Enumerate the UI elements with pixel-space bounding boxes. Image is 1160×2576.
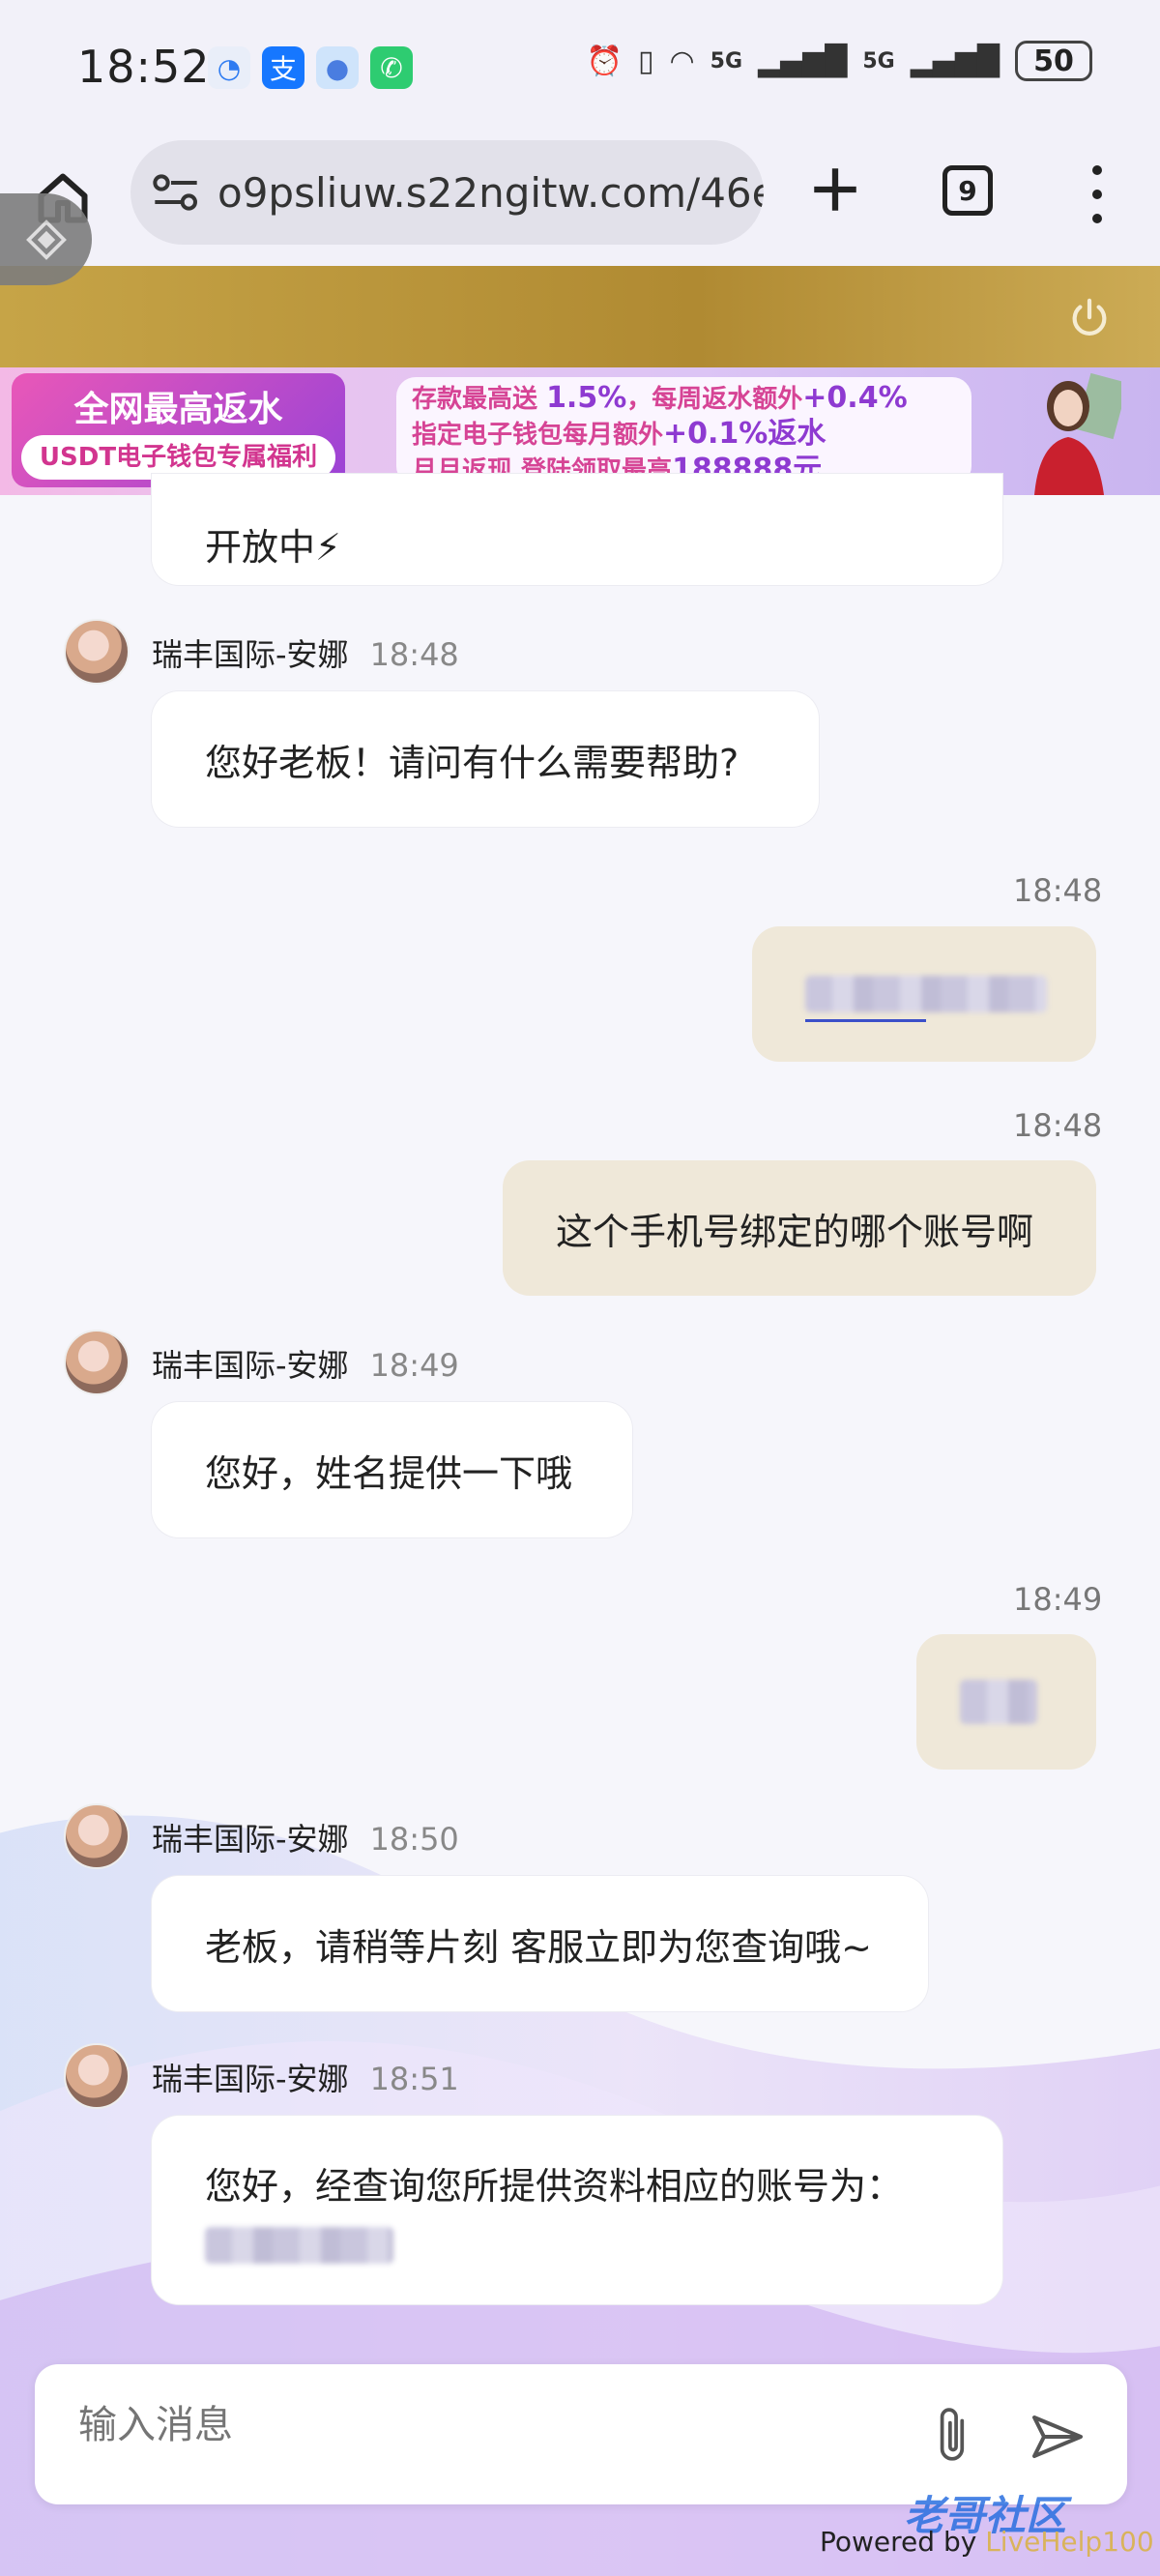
avatar [64,619,130,685]
sender-label: 瑞丰国际-安娜 18:50 [152,1815,459,1859]
redacted-text [960,1680,1037,1724]
alipay-icon: 支 [262,46,304,89]
message-bubble-agent: 您好，姓名提供一下哦 [152,1402,632,1537]
diamond-icon [25,219,67,260]
redacted-account [205,2227,393,2264]
network-label-2: 5G [862,48,895,73]
signal-icon: ▂▄▆█ [758,44,848,78]
powered-by-label: Powered by LiveHelp100 [820,2526,1154,2558]
avatar [64,1803,130,1869]
sender-name: 瑞丰国际-安娜 [152,1347,349,1384]
powered-by-brand[interactable]: LiveHelp100 [985,2526,1153,2558]
avatar [64,1330,130,1395]
sender-label: 瑞丰国际-安娜 18:48 [152,630,459,675]
network-label-1: 5G [710,48,743,73]
vibrate-icon: ▯ [637,44,654,78]
more-vert-icon[interactable] [1083,165,1112,223]
attach-icon[interactable] [929,2405,979,2465]
sender-label: 瑞丰国际-安娜 18:49 [152,1341,459,1386]
message-bubble-agent: 您好，经查询您所提供资料相应的账号为： [152,2116,1002,2304]
message-time: 18:49 [1013,1581,1103,1618]
plus-icon[interactable] [807,161,863,218]
url-text: o9psliuw.s22ngitw.com/46e [218,168,764,217]
tune-icon[interactable] [152,173,200,212]
sender-name: 瑞丰国际-安娜 [152,636,349,673]
promo-title: 全网最高返水 [73,390,283,429]
status-time: 18:52 [77,41,211,93]
message-input[interactable] [78,2403,852,2447]
message-bubble-agent: 开放中⚡ [152,474,1002,585]
promo-model-image [1034,372,1121,495]
message-bubble-user[interactable] [752,926,1096,1062]
message-text: 这个手机号绑定的哪个账号啊 [556,1210,1034,1253]
signal-icon-2: ▂▄▆█ [910,44,1000,78]
message-bubble-agent: 老板，请稍等片刻 客服立即为您查询哦~ [152,1876,928,2011]
sender-label: 瑞丰国际-安娜 18:51 [152,2055,459,2099]
status-bar: 18:52 ◔ 支 ● ✆ ⏰ ▯ ◠ 5G ▂▄▆█ 5G ▂▄▆█ 50 [0,0,1160,140]
alarm-icon: ⏰ [586,44,623,78]
message-time: 18:49 [369,1347,459,1384]
promo-left-badge: 全网最高返水 USDT电子钱包专属福利 [12,373,345,487]
message-text: 您好，姓名提供一下哦 [205,1451,573,1495]
notification-icons: ◔ 支 ● ✆ [208,46,413,89]
floating-assist-button[interactable] [0,193,92,285]
battery-level: 50 [1033,44,1074,78]
message-time: 18:48 [1013,872,1103,909]
avatar [64,2043,130,2109]
tabs-icon[interactable]: 9 [942,165,993,216]
promo-line-2: 指定电子钱包每月额外+0.1%返水 [412,417,826,451]
power-icon[interactable] [1067,297,1112,341]
message-bubble-user [916,1634,1096,1770]
chat-bubble-icon: ◔ [208,46,250,89]
message-text: 您好老板！请问有什么需要帮助? [205,741,740,784]
message-time: 18:48 [369,636,459,673]
address-bar[interactable]: o9psliuw.s22ngitw.com/46e [130,140,764,245]
sender-name: 瑞丰国际-安娜 [152,1821,349,1858]
message-time: 18:51 [369,2061,459,2097]
sender-name: 瑞丰国际-安娜 [152,2061,349,2097]
message-text: 您好，经查询您所提供资料相应的账号为： [205,2165,904,2208]
tab-count: 9 [958,174,977,207]
send-icon[interactable] [1030,2413,1085,2461]
message-bubble-agent: 您好老板！请问有什么需要帮助? [152,691,819,827]
message-text: 开放中⚡ [205,526,341,569]
chat-header [0,266,1160,367]
promo-line-1: 存款最高送 1.5%，每周返水额外+0.4% [412,381,908,415]
redacted-link[interactable] [805,976,1047,1022]
assistant-icon: ● [316,46,359,89]
message-time: 18:48 [1013,1107,1103,1144]
message-bubble-user: 这个手机号绑定的哪个账号啊 [503,1160,1096,1296]
system-icons: ⏰ ▯ ◠ 5G ▂▄▆█ 5G ▂▄▆█ 50 [587,41,1092,81]
wifi-icon: ◠ [669,44,695,78]
message-time: 18:50 [369,1821,459,1858]
phone-app-icon: ✆ [370,46,413,89]
promo-details: 存款最高送 1.5%，每周返水额外+0.4% 指定电子钱包每月额外+0.1%返水… [396,377,972,486]
battery-icon: 50 [1015,41,1092,81]
message-text: 老板，请稍等片刻 客服立即为您查询哦~ [205,1925,872,1969]
browser-toolbar: o9psliuw.s22ngitw.com/46e 9 [0,140,1160,266]
